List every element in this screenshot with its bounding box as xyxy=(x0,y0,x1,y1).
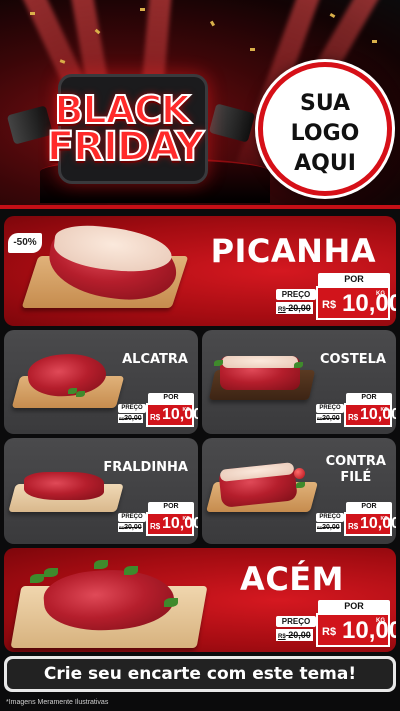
currency-symbol: R$ xyxy=(322,299,337,311)
fraldinha-meat-image xyxy=(24,472,104,500)
preco-label: PREÇO xyxy=(118,404,146,413)
preco-label: PREÇO xyxy=(276,616,316,627)
currency-symbol: R$ xyxy=(322,626,337,638)
price-tag-fraldinha: POR PREÇO R$20,00 R$ 10,00 KG xyxy=(118,502,198,538)
new-price-box: R$ 10,00 KG xyxy=(316,286,396,320)
header-banner: BLACK FRIDAY SUA LOGO AQUI xyxy=(0,0,400,207)
new-price-box: R$ 10,00 KG xyxy=(344,403,396,427)
old-price: R$20,00 xyxy=(316,414,341,423)
new-price: 10,00 xyxy=(162,515,198,532)
unit-label: KG xyxy=(182,407,191,413)
unit-label: KG xyxy=(376,291,385,297)
currency-symbol: R$ xyxy=(348,413,359,422)
price-tag-picanha: POR PREÇO R$ 20,00 R$ 10,00 KG xyxy=(276,273,396,323)
por-label: POR xyxy=(148,393,194,403)
unit-label: KG xyxy=(380,516,389,522)
unit-label: KG xyxy=(380,407,389,413)
herb-garnish xyxy=(214,360,223,366)
new-price: 10,00 xyxy=(162,406,198,423)
preco-label: PREÇO xyxy=(118,513,146,522)
confetti xyxy=(250,48,255,51)
confetti xyxy=(209,20,216,27)
product-card-costela[interactable]: COSTELA POR PREÇO R$20,00 R$ 10,00 KG xyxy=(202,330,396,434)
unit-label: KG xyxy=(182,516,191,522)
new-price-box: R$ 10,00 KG xyxy=(146,512,198,536)
logo-placeholder[interactable]: SUA LOGO AQUI xyxy=(258,62,392,196)
herb-garnish xyxy=(30,574,44,583)
product-name-alcatra: ALCATRA xyxy=(122,352,188,367)
currency-symbol: R$ xyxy=(150,522,161,531)
image-disclaimer: *Imagens Meramente Ilustrativas xyxy=(6,699,109,706)
por-label: POR xyxy=(346,502,392,512)
por-label: POR xyxy=(318,600,390,613)
new-price-box: R$ 10,00 KG xyxy=(344,512,396,536)
por-label: POR xyxy=(148,502,194,512)
create-flyer-button[interactable]: Crie seu encarte com este tema! xyxy=(4,656,396,692)
herb-garnish xyxy=(294,362,303,368)
preco-label: PREÇO xyxy=(316,404,344,413)
new-price: 10,00 xyxy=(342,290,396,317)
old-price: R$ 20,00 xyxy=(276,302,313,314)
tomato-garnish xyxy=(294,468,305,479)
herb-garnish xyxy=(124,566,138,575)
product-card-contra-file[interactable]: CONTRA FILÉ POR PREÇO R$20,00 R$ 10,00 K… xyxy=(202,438,396,544)
currency-symbol: R$ xyxy=(150,413,161,422)
preco-label: PREÇO xyxy=(276,289,316,300)
megaphone-icon xyxy=(208,103,256,143)
confetti xyxy=(329,12,336,19)
herb-garnish xyxy=(76,391,85,397)
confetti xyxy=(30,12,35,15)
product-name-picanha: PICANHA xyxy=(210,232,376,270)
herb-garnish xyxy=(94,560,108,569)
product-name-contra-file: CONTRA FILÉ xyxy=(325,454,386,485)
new-price-box: R$ 10,00 KG xyxy=(146,403,198,427)
currency-symbol: R$ xyxy=(348,522,359,531)
old-price: R$20,00 xyxy=(118,523,143,532)
price-tag-acem: POR PREÇO R$ 20,00 R$ 10,00 KG xyxy=(276,600,396,650)
product-card-fraldinha[interactable]: FRALDINHA POR PREÇO R$20,00 R$ 10,00 KG xyxy=(4,438,198,544)
price-tag-contra-file: POR PREÇO R$20,00 R$ 10,00 KG xyxy=(316,502,396,538)
herb-garnish xyxy=(296,482,305,488)
product-name-fraldinha: FRALDINHA xyxy=(103,460,188,475)
old-price: R$ 20,00 xyxy=(276,629,313,641)
discount-badge: -50% xyxy=(8,233,42,253)
costela-fat-layer xyxy=(222,356,298,368)
herb-garnish xyxy=(164,598,178,607)
herb-garnish xyxy=(44,568,58,577)
product-card-alcatra[interactable]: ALCATRA POR PREÇO R$20,00 R$ 10,00 KG xyxy=(4,330,198,434)
confetti xyxy=(140,8,145,11)
new-price: 10,00 xyxy=(360,515,396,532)
old-price: R$20,00 xyxy=(316,523,341,532)
product-card-picanha[interactable]: PICANHA POR PREÇO R$ 20,00 R$ 10,00 KG xyxy=(4,216,396,326)
preco-label: PREÇO xyxy=(316,513,344,522)
new-price: 10,00 xyxy=(342,617,396,644)
logo-placeholder-text: SUA LOGO AQUI xyxy=(290,91,360,176)
price-tag-alcatra: POR PREÇO R$20,00 R$ 10,00 KG xyxy=(118,393,198,429)
header-divider xyxy=(0,205,400,209)
confetti xyxy=(372,40,377,43)
price-tag-costela: POR PREÇO R$20,00 R$ 10,00 KG xyxy=(316,393,396,429)
unit-label: KG xyxy=(376,618,385,624)
product-name-costela: COSTELA xyxy=(319,352,386,367)
por-label: POR xyxy=(346,393,392,403)
por-label: POR xyxy=(318,273,390,286)
new-price-box: R$ 10,00 KG xyxy=(316,613,396,647)
product-card-acem[interactable]: ACÉM POR PREÇO R$ 20,00 R$ 10,00 KG xyxy=(4,548,396,652)
product-name-acem: ACÉM xyxy=(240,560,344,598)
black-friday-title-friday: FRIDAY xyxy=(46,123,205,171)
old-price: R$20,00 xyxy=(118,414,143,423)
create-flyer-button-label: Crie seu encarte com este tema! xyxy=(7,659,393,689)
new-price: 10,00 xyxy=(360,406,396,423)
